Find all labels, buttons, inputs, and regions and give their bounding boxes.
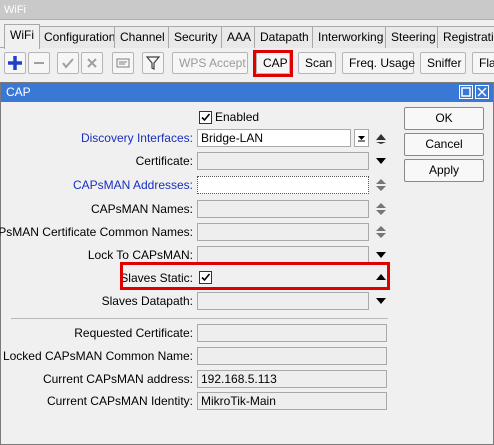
- up-down-icon[interactable]: [375, 203, 387, 215]
- requested-certificate-field: [197, 324, 387, 342]
- enabled-label: Enabled: [215, 110, 260, 124]
- dropdown-button[interactable]: [354, 129, 369, 147]
- capsman-cert-names-label: CAPsMAN Certificate Common Names:: [0, 225, 193, 239]
- tab-channel[interactable]: Channel: [114, 26, 171, 48]
- discovery-interfaces-label: Discovery Interfaces:: [80, 131, 193, 145]
- cross-icon[interactable]: [81, 52, 103, 74]
- dropdown-arrow-icon[interactable]: [375, 295, 387, 307]
- minus-icon[interactable]: [28, 52, 50, 74]
- check-icon[interactable]: [57, 52, 79, 74]
- tab-datapath[interactable]: Datapath: [254, 26, 315, 48]
- tab-security[interactable]: Security: [168, 26, 224, 48]
- current-capsman-address-field: 192.168.5.113: [197, 370, 387, 388]
- ok-button[interactable]: OK: [404, 107, 484, 130]
- locked-capsman-common-name-field: [197, 347, 387, 365]
- window-title: WiFi: [0, 0, 494, 20]
- current-capsman-address-label: Current CAPsMAN address:: [42, 372, 193, 386]
- slaves-datapath-select[interactable]: [197, 292, 369, 310]
- scan-button[interactable]: Scan: [298, 52, 336, 74]
- toolbar: WPS Accept CAP Scan Freq. Usage Sniffer …: [0, 50, 494, 78]
- current-capsman-identity-value: MikroTik-Main: [201, 394, 276, 408]
- filter-icon[interactable]: [142, 52, 164, 74]
- dialog-title: CAP: [1, 83, 493, 102]
- cancel-button[interactable]: Cancel: [404, 133, 484, 156]
- dropdown-arrow-icon[interactable]: [375, 249, 387, 261]
- freq-usage-button[interactable]: Freq. Usage: [342, 52, 415, 74]
- tab-aaa[interactable]: AAA: [221, 26, 258, 48]
- cap-dialog: CAP Enabled Discovery Interfaces: Bridge…: [0, 82, 494, 445]
- tab-wifi[interactable]: WiFi: [4, 24, 40, 49]
- highlight-box-slaves-static: [120, 262, 390, 290]
- up-down-icon[interactable]: [375, 179, 387, 191]
- sniffer-button[interactable]: Sniffer: [420, 52, 466, 74]
- tab-bar: WiFi Configuration Channel Security AAA …: [0, 24, 494, 49]
- collapse-icon[interactable]: [375, 132, 387, 144]
- current-capsman-address-value: 192.168.5.113: [201, 372, 277, 386]
- slaves-datapath-label: Slaves Datapath:: [101, 294, 193, 308]
- requested-certificate-label: Requested Certificate:: [74, 326, 193, 340]
- capsman-names-label: CAPsMAN Names:: [90, 202, 193, 216]
- certificate-select[interactable]: [197, 152, 369, 170]
- section-divider: [11, 318, 388, 319]
- locked-capsman-common-name-label: Locked CAPsMAN Common Name:: [2, 349, 193, 363]
- wps-accept-button[interactable]: WPS Accept: [172, 52, 248, 74]
- apply-button[interactable]: Apply: [404, 159, 484, 182]
- current-capsman-identity-label: Current CAPsMAN Identity:: [46, 394, 193, 408]
- certificate-label: Certificate:: [135, 154, 193, 168]
- discovery-interfaces-select[interactable]: Bridge-LAN: [197, 129, 351, 147]
- capsman-addresses-label: CAPsMAN Addresses:: [72, 178, 193, 192]
- dropdown-arrow-icon[interactable]: [375, 155, 387, 167]
- flat-button[interactable]: Flat: [472, 52, 494, 74]
- enabled-checkbox[interactable]: [199, 111, 212, 124]
- highlight-box-cap: [253, 50, 293, 77]
- discovery-interfaces-value: Bridge-LAN: [201, 131, 264, 145]
- current-capsman-identity-field: MikroTik-Main: [197, 392, 387, 410]
- plus-icon[interactable]: [4, 52, 26, 74]
- tab-interworking[interactable]: Interworking: [312, 26, 390, 48]
- close-icon[interactable]: [475, 85, 489, 99]
- capsman-addresses-input[interactable]: [197, 176, 369, 194]
- comment-icon[interactable]: [112, 52, 134, 74]
- restore-icon[interactable]: [459, 85, 473, 99]
- capsman-cert-names-input[interactable]: [197, 223, 369, 241]
- capsman-names-input[interactable]: [197, 200, 369, 218]
- tab-registration[interactable]: Registration: [437, 26, 494, 48]
- up-down-icon[interactable]: [375, 226, 387, 238]
- tab-configuration[interactable]: Configuration: [38, 26, 122, 48]
- tab-steering[interactable]: Steering: [385, 26, 442, 48]
